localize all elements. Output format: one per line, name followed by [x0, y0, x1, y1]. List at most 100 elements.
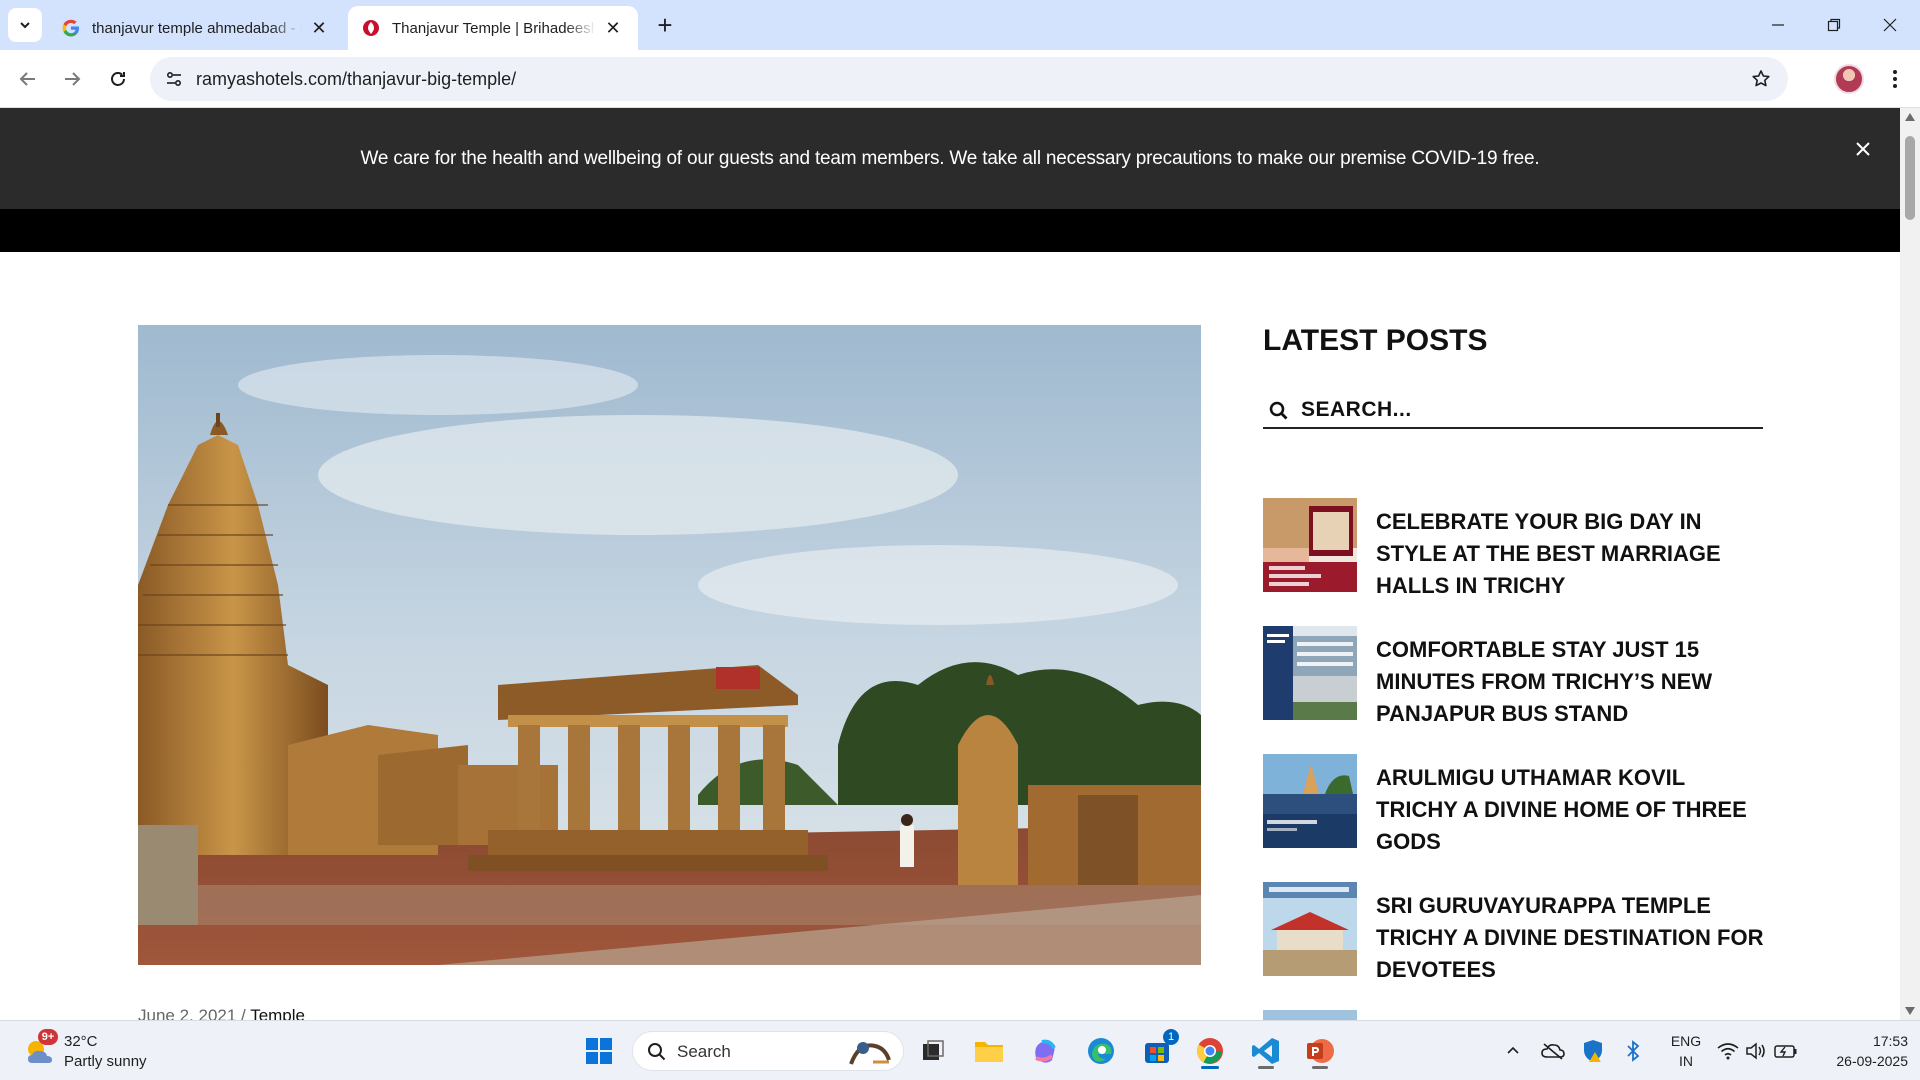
tab-google-search[interactable]: thanjavur temple ahmedabad - Google Sear…: [48, 6, 344, 50]
page-viewport: We care for the health and wellbeing of …: [0, 108, 1920, 1020]
running-app-indicator: [1258, 1066, 1274, 1069]
restore-button[interactable]: [1806, 0, 1862, 50]
task-view-icon: [923, 1040, 944, 1060]
active-app-indicator: [1201, 1066, 1219, 1069]
tab-title: thanjavur temple ahmedabad - Google Sear…: [92, 19, 302, 37]
battery-charging-icon: [1774, 1045, 1797, 1058]
close-tab-icon[interactable]: ✕: [602, 17, 624, 39]
arrow-left-icon: [19, 72, 35, 86]
close-icon: [1856, 142, 1870, 156]
clock-date: 26-09-2025: [1836, 1053, 1908, 1069]
chevron-down-icon: [20, 22, 30, 29]
edge-icon: [1088, 1038, 1114, 1064]
site-info-button[interactable]: [160, 65, 188, 93]
post-thumbnail[interactable]: [1263, 1010, 1357, 1020]
post-thumbnail[interactable]: [1263, 754, 1357, 848]
meta-separator: /: [236, 1006, 251, 1020]
post-category-link[interactable]: Temple: [250, 1006, 305, 1020]
vscode-button[interactable]: [1246, 1031, 1286, 1071]
edge-button[interactable]: [1081, 1031, 1121, 1071]
covid-notice-bar: We care for the health and wellbeing of …: [0, 108, 1900, 209]
wifi-button[interactable]: [1714, 1037, 1742, 1065]
search-icon[interactable]: [1267, 399, 1291, 423]
reload-button[interactable]: [100, 61, 136, 97]
tab-strip: thanjavur temple ahmedabad - Google Sear…: [0, 0, 1920, 50]
post-date: June 2, 2021: [138, 1006, 237, 1020]
post-title[interactable]: ARULMIGU UTHAMAR KOVIL TRICHY A DIVINE H…: [1376, 762, 1771, 858]
profile-avatar[interactable]: [1834, 64, 1864, 94]
post-thumbnail[interactable]: [1263, 882, 1357, 976]
browser-menu-button[interactable]: [1880, 64, 1910, 94]
language-code: ENG: [1670, 1033, 1702, 1049]
taskbar-search-label: Search: [677, 1042, 731, 1061]
site-header: [0, 209, 1900, 252]
clock-time: 17:53: [1872, 1033, 1908, 1049]
show-hidden-icons-button[interactable]: [1499, 1037, 1527, 1065]
file-explorer-button[interactable]: [969, 1031, 1009, 1071]
bookmark-button[interactable]: [1748, 66, 1774, 92]
latest-posts-heading: LATEST POSTS: [1263, 324, 1488, 357]
copilot-button[interactable]: [1025, 1031, 1065, 1071]
sidebar-search: [1263, 393, 1763, 429]
tune-icon: [166, 71, 182, 87]
address-bar[interactable]: ramyashotels.com/thanjavur-big-temple/: [150, 57, 1788, 101]
post-thumbnail[interactable]: [1263, 626, 1357, 720]
featured-image: [138, 325, 1201, 965]
language-indicator[interactable]: ENG IN: [1666, 1031, 1706, 1071]
chrome-button[interactable]: [1190, 1031, 1230, 1071]
scroll-down-icon[interactable]: [1904, 1006, 1916, 1016]
page-scrollbar[interactable]: [1900, 108, 1920, 1020]
star-icon: [1752, 70, 1770, 87]
search-input[interactable]: [1301, 393, 1741, 427]
running-app-indicator: [1312, 1066, 1328, 1069]
weather-condition: Partly sunny: [64, 1053, 147, 1070]
google-icon: [62, 19, 79, 37]
close-window-button[interactable]: [1862, 0, 1918, 50]
back-button[interactable]: [10, 61, 46, 97]
volume-button[interactable]: [1742, 1037, 1770, 1065]
new-tab-button[interactable]: +: [650, 10, 680, 40]
task-view-button[interactable]: [913, 1031, 953, 1071]
latest-post-item[interactable]: [1263, 1010, 1763, 1020]
powerpoint-button[interactable]: [1300, 1031, 1340, 1071]
close-icon: [1883, 18, 1897, 32]
bluetooth-button[interactable]: [1619, 1037, 1647, 1065]
tab-thanjavur-temple[interactable]: Thanjavur Temple | Brihadeeshwara Temple…: [348, 6, 638, 50]
post-title[interactable]: CELEBRATE YOUR BIG DAY IN STYLE AT THE B…: [1376, 506, 1771, 602]
search-icon: [648, 1043, 666, 1061]
vscode-icon: [1252, 1038, 1279, 1064]
system-clock[interactable]: 17:53 26-09-2025: [1808, 1031, 1908, 1071]
more-vert-icon: [1893, 70, 1897, 88]
speaker-icon: [1746, 1042, 1765, 1060]
latest-post-item[interactable]: COMFORTABLE STAY JUST 15 MINUTES FROM TR…: [1263, 626, 1763, 726]
scrollbar-thumb[interactable]: [1905, 136, 1915, 220]
windows-logo-icon: [586, 1038, 612, 1064]
close-notice-button[interactable]: [1848, 134, 1878, 164]
url-text[interactable]: ramyashotels.com/thanjavur-big-temple/: [196, 69, 516, 90]
shield-warning-icon: [1584, 1040, 1602, 1062]
forward-button[interactable]: [54, 61, 90, 97]
latest-post-item[interactable]: SRI GURUVAYURAPPA TEMPLE TRICHY A DIVINE…: [1263, 882, 1763, 982]
bluetooth-icon: [1627, 1040, 1640, 1062]
scroll-up-icon[interactable]: [1904, 112, 1916, 122]
taskbar-search[interactable]: Search: [632, 1031, 904, 1071]
battery-button[interactable]: [1772, 1037, 1800, 1065]
onedrive-button[interactable]: [1539, 1037, 1567, 1065]
taskbar: 9+ 32°C Partly sunny Search 1 ENG IN 17:…: [0, 1020, 1920, 1080]
post-thumbnail[interactable]: [1263, 498, 1357, 592]
tab-search-button[interactable]: [8, 8, 42, 42]
store-button[interactable]: 1: [1137, 1029, 1179, 1071]
post-meta: June 2, 2021 / Temple: [138, 1006, 305, 1020]
restore-icon: [1827, 18, 1841, 32]
post-title[interactable]: SRI GURUVAYURAPPA TEMPLE TRICHY A DIVINE…: [1376, 890, 1771, 986]
minimize-button[interactable]: [1750, 0, 1806, 50]
powerpoint-icon: [1307, 1039, 1334, 1063]
latest-post-item[interactable]: ARULMIGU UTHAMAR KOVIL TRICHY A DIVINE H…: [1263, 754, 1763, 854]
latest-post-item[interactable]: CELEBRATE YOUR BIG DAY IN STYLE AT THE B…: [1263, 498, 1763, 598]
close-tab-icon[interactable]: ✕: [308, 17, 330, 39]
chrome-icon: [1196, 1038, 1223, 1064]
security-button[interactable]: [1579, 1037, 1607, 1065]
weather-widget[interactable]: 9+ 32°C Partly sunny: [22, 1029, 172, 1073]
post-title[interactable]: COMFORTABLE STAY JUST 15 MINUTES FROM TR…: [1376, 634, 1771, 730]
start-button[interactable]: [579, 1031, 619, 1071]
